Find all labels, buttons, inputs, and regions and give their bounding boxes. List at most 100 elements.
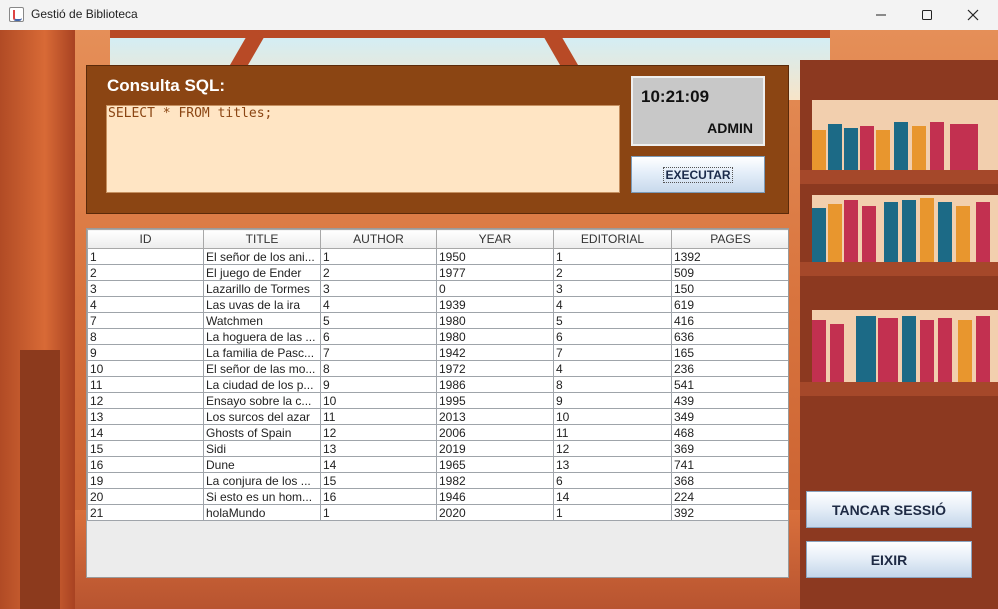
table-row[interactable]: 16 Dune 14 1965 13 741 xyxy=(87,456,788,473)
column-header-id[interactable]: ID xyxy=(87,229,204,249)
table-cell[interactable]: 13 xyxy=(87,408,204,425)
table-cell[interactable]: 5 xyxy=(553,312,672,329)
table-cell[interactable]: 2006 xyxy=(436,424,554,441)
table-cell[interactable]: Sidi xyxy=(203,440,321,457)
execute-button[interactable]: EXECUTAR xyxy=(631,156,765,193)
table-cell[interactable]: El señor de los ani... xyxy=(203,248,321,265)
column-header-year[interactable]: YEAR xyxy=(436,229,554,249)
table-cell[interactable]: 14 xyxy=(553,488,672,505)
table-cell[interactable]: Ghosts of Spain xyxy=(203,424,321,441)
table-cell[interactable]: El señor de las mo... xyxy=(203,360,321,377)
table-cell[interactable]: 9 xyxy=(87,344,204,361)
table-row[interactable]: 11 La ciudad de los p... 9 1986 8 541 xyxy=(87,376,788,393)
results-table[interactable]: ID TITLE AUTHOR YEAR EDITORIAL PAGES 1 El seño… xyxy=(86,228,789,578)
table-cell[interactable]: 1392 xyxy=(671,248,788,265)
table-cell[interactable]: 509 xyxy=(671,264,788,281)
table-cell[interactable]: 6 xyxy=(553,328,672,345)
table-cell[interactable]: 2019 xyxy=(436,440,554,457)
table-cell[interactable]: 20 xyxy=(87,488,204,505)
table-row[interactable]: 14 Ghosts of Spain 12 2006 11 468 xyxy=(87,424,788,441)
table-cell[interactable]: 1 xyxy=(553,248,672,265)
table-cell[interactable]: 1946 xyxy=(436,488,554,505)
table-cell[interactable]: 3 xyxy=(320,280,437,297)
table-cell[interactable]: 12 xyxy=(553,440,672,457)
table-cell[interactable]: 19 xyxy=(87,472,204,489)
table-cell[interactable]: 349 xyxy=(671,408,788,425)
table-cell[interactable]: 619 xyxy=(671,296,788,313)
table-cell[interactable]: 392 xyxy=(671,504,788,521)
maximize-button[interactable] xyxy=(904,0,950,30)
column-header-title[interactable]: TITLE xyxy=(203,229,321,249)
table-cell[interactable]: 369 xyxy=(671,440,788,457)
table-cell[interactable]: 2 xyxy=(320,264,437,281)
table-cell[interactable]: 14 xyxy=(320,456,437,473)
table-cell[interactable]: Si esto es un hom... xyxy=(203,488,321,505)
table-cell[interactable]: 1942 xyxy=(436,344,554,361)
minimize-button[interactable] xyxy=(858,0,904,30)
table-cell[interactable]: 468 xyxy=(671,424,788,441)
table-row[interactable]: 3 Lazarillo de Tormes 3 0 3 150 xyxy=(87,280,788,297)
table-cell[interactable]: 1980 xyxy=(436,312,554,329)
table-cell[interactable]: 1980 xyxy=(436,328,554,345)
table-cell[interactable]: 13 xyxy=(320,440,437,457)
table-cell[interactable]: 8 xyxy=(553,376,672,393)
table-cell[interactable]: 1950 xyxy=(436,248,554,265)
table-cell[interactable]: 224 xyxy=(671,488,788,505)
table-cell[interactable]: La ciudad de los p... xyxy=(203,376,321,393)
table-row[interactable]: 19 La conjura de los ... 15 1982 6 368 xyxy=(87,472,788,489)
table-cell[interactable]: 1 xyxy=(87,248,204,265)
table-cell[interactable]: 741 xyxy=(671,456,788,473)
exit-button[interactable]: EIXIR xyxy=(806,541,972,578)
table-cell[interactable]: 3 xyxy=(87,280,204,297)
table-cell[interactable]: 16 xyxy=(87,456,204,473)
table-cell[interactable]: 2 xyxy=(553,264,672,281)
table-cell[interactable]: 1977 xyxy=(436,264,554,281)
table-cell[interactable]: 1 xyxy=(320,504,437,521)
table-cell[interactable]: 236 xyxy=(671,360,788,377)
table-cell[interactable]: 10 xyxy=(320,392,437,409)
table-row[interactable]: 4 Las uvas de la ira 4 1939 4 619 xyxy=(87,296,788,313)
table-row[interactable]: 21 holaMundo 1 2020 1 392 xyxy=(87,504,788,521)
table-cell[interactable]: 1986 xyxy=(436,376,554,393)
table-cell[interactable]: 1995 xyxy=(436,392,554,409)
table-row[interactable]: 10 El señor de las mo... 8 1972 4 236 xyxy=(87,360,788,377)
table-cell[interactable]: 16 xyxy=(320,488,437,505)
table-cell[interactable]: 9 xyxy=(320,376,437,393)
table-row[interactable]: 8 La hoguera de las ... 6 1980 6 636 xyxy=(87,328,788,345)
table-cell[interactable]: 12 xyxy=(87,392,204,409)
close-button[interactable] xyxy=(950,0,996,30)
table-cell[interactable]: 12 xyxy=(320,424,437,441)
table-row[interactable]: 7 Watchmen 5 1980 5 416 xyxy=(87,312,788,329)
table-row[interactable]: 2 El juego de Ender 2 1977 2 509 xyxy=(87,264,788,281)
table-cell[interactable]: 1 xyxy=(553,504,672,521)
table-cell[interactable]: 8 xyxy=(320,360,437,377)
table-cell[interactable]: 2 xyxy=(87,264,204,281)
table-cell[interactable]: 6 xyxy=(320,328,437,345)
table-cell[interactable]: 8 xyxy=(87,328,204,345)
table-cell[interactable]: Watchmen xyxy=(203,312,321,329)
table-cell[interactable]: 2013 xyxy=(436,408,554,425)
table-cell[interactable]: 15 xyxy=(87,440,204,457)
table-cell[interactable]: 1939 xyxy=(436,296,554,313)
table-cell[interactable]: 11 xyxy=(320,408,437,425)
table-cell[interactable]: 15 xyxy=(320,472,437,489)
table-cell[interactable]: 21 xyxy=(87,504,204,521)
table-cell[interactable]: Las uvas de la ira xyxy=(203,296,321,313)
table-cell[interactable]: 13 xyxy=(553,456,672,473)
table-row[interactable]: 9 La familia de Pasc... 7 1942 7 165 xyxy=(87,344,788,361)
table-cell[interactable]: 439 xyxy=(671,392,788,409)
table-cell[interactable]: La familia de Pasc... xyxy=(203,344,321,361)
table-row[interactable]: 12 Ensayo sobre la c... 10 1995 9 439 xyxy=(87,392,788,409)
table-cell[interactable]: 2020 xyxy=(436,504,554,521)
table-cell[interactable]: Lazarillo de Tormes xyxy=(203,280,321,297)
table-cell[interactable]: 4 xyxy=(553,360,672,377)
column-header-editorial[interactable]: EDITORIAL xyxy=(553,229,672,249)
logout-button[interactable]: TANCAR SESSIÓ xyxy=(806,491,972,528)
table-cell[interactable]: 10 xyxy=(87,360,204,377)
table-cell[interactable]: 9 xyxy=(553,392,672,409)
table-cell[interactable]: 5 xyxy=(320,312,437,329)
table-cell[interactable]: 7 xyxy=(320,344,437,361)
table-cell[interactable]: 165 xyxy=(671,344,788,361)
table-cell[interactable]: Los surcos del azar xyxy=(203,408,321,425)
table-row[interactable]: 15 Sidi 13 2019 12 369 xyxy=(87,440,788,457)
